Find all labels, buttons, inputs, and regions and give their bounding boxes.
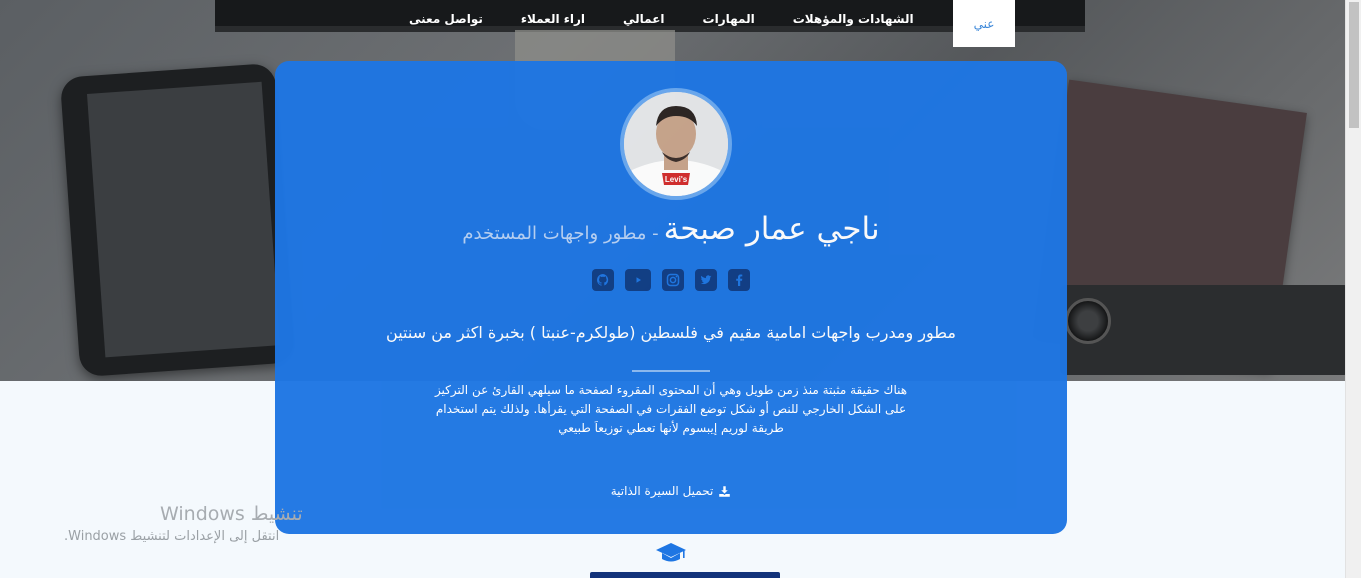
download-cv-link[interactable]: تحميل السيرة الذاتية [275,484,1067,498]
download-icon [719,485,731,497]
profile-headline: مطور ومدرب واجهات امامية مقيم في فلسطين … [386,323,956,342]
graduation-cap-icon [656,543,686,562]
facebook-icon[interactable] [728,269,750,291]
avatar: Levi's [620,88,732,200]
knob-image [1065,298,1111,344]
instagram-icon[interactable] [662,269,684,291]
youtube-icon[interactable] [625,269,651,291]
name-heading: ناجي عمار صبحة - مطور واجهات المستخدم [275,211,1067,247]
nav-item-works[interactable]: اعمالي [604,0,684,38]
bio-line: هناك حقيقة مثبتة منذ زمن طويل وهي أن الم… [434,383,908,397]
nav-item-about[interactable]: عني [952,0,1016,47]
avatar-photo: Levi's [624,92,728,196]
nav-item-testimonials[interactable]: اراء العملاء [502,0,604,38]
windows-activation-title: تنشيط Windows [160,503,303,525]
social-links [275,269,1067,291]
section-heading-peek [590,570,780,578]
scrollbar-thumb[interactable] [1349,2,1359,128]
github-icon[interactable] [592,269,614,291]
nav-item-contact[interactable]: تواصل معنى [390,0,502,38]
profile-name: ناجي عمار صبحة [663,211,880,247]
tablet-image [59,62,296,378]
main-nav: عني الشهادات والمؤهلات المهارات اعمالي ا… [390,0,1016,47]
twitter-icon[interactable] [695,269,717,291]
scrollbar[interactable] [1345,0,1361,578]
nav-item-skills[interactable]: المهارات [684,0,774,38]
windows-activation-subtitle: انتقل إلى الإعدادات لتنشيط Windows. [64,529,280,544]
profile-role: - مطور واجهات المستخدم [462,223,659,244]
profile-card: Levi's ناجي عمار صبحة - مطور واجهات المس… [275,61,1067,534]
download-cv-label: تحميل السيرة الذاتية [610,484,714,498]
bio-line: طريقة لوريم إيبسوم لأنها تعطي توزيعاَ طب… [558,421,784,435]
divider [632,370,710,372]
nav-item-certificates[interactable]: الشهادات والمؤهلات [774,0,933,38]
svg-text:Levi's: Levi's [665,175,688,184]
profile-bio: هناك حقيقة مثبتة منذ زمن طويل وهي أن الم… [421,381,921,438]
bio-line: على الشكل الخارجي للنص أو شكل توضع الفقر… [435,402,907,416]
